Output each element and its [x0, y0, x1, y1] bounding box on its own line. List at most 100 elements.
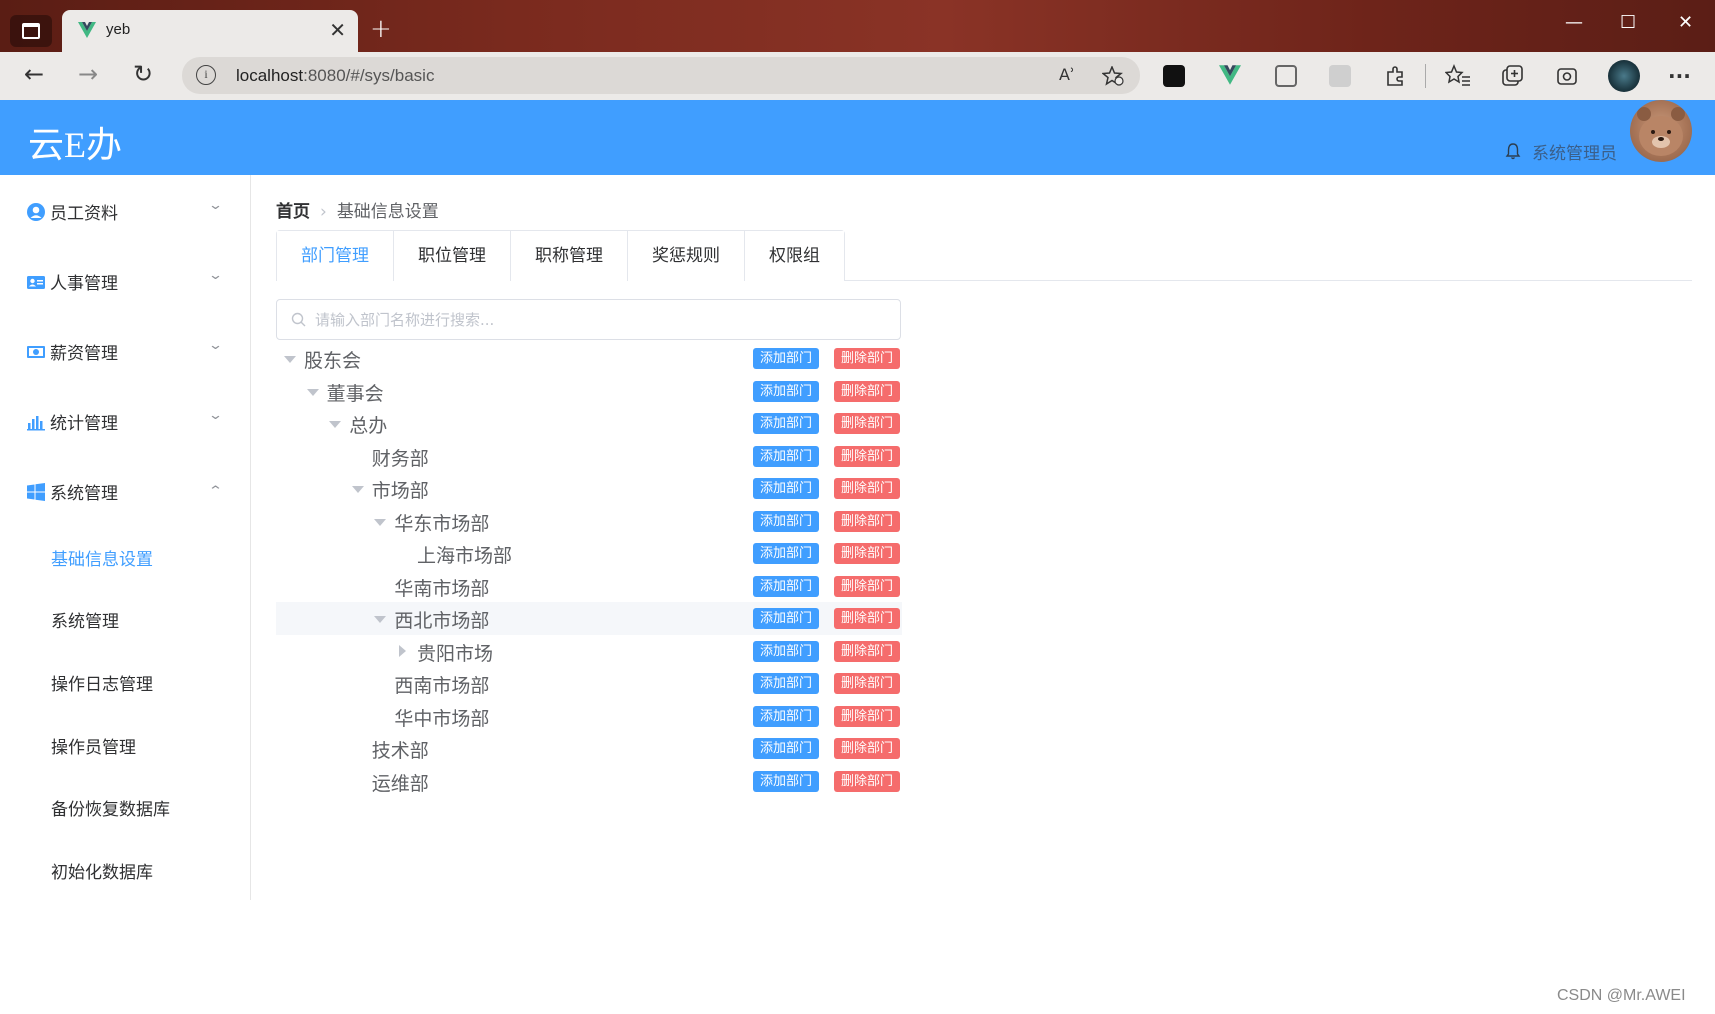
favorite-star-icon[interactable] [1102, 66, 1124, 86]
app-logo: 云E办 [28, 125, 122, 165]
address-bar[interactable]: i localhost:8080/#/sys/basic Aʾ [182, 57, 1140, 94]
tab-job-title[interactable]: 职称管理 [510, 231, 627, 281]
add-department-button[interactable]: 添加部门 [753, 673, 819, 694]
tab-reward-rules[interactable]: 奖惩规则 [627, 231, 744, 281]
delete-department-button[interactable]: 删除部门 [834, 575, 900, 597]
close-window-button[interactable]: ✕ [1678, 12, 1693, 33]
tree-node[interactable]: 总办 添加部门 删除部门 [276, 407, 902, 440]
username-dropdown[interactable]: 系统管理员 [1532, 139, 1617, 164]
back-button[interactable]: ← [24, 60, 44, 88]
add-department-button[interactable]: 添加部门 [753, 380, 819, 402]
add-department-button[interactable]: 添加部门 [753, 705, 819, 727]
read-aloud-icon[interactable]: Aʾ [1059, 65, 1075, 84]
delete-department-button[interactable]: 删除部门 [834, 705, 900, 727]
caret-down-icon[interactable] [374, 518, 387, 526]
vue-devtools-icon[interactable] [1219, 65, 1241, 85]
tab-department[interactable]: 部门管理 [277, 231, 393, 282]
extension-copy-icon[interactable] [1275, 65, 1297, 87]
tab-permission-group[interactable]: 权限组 [744, 231, 844, 281]
caret-down-icon[interactable] [351, 486, 364, 493]
tab-title: yeb [106, 21, 131, 38]
tree-node[interactable]: 市场部 添加部门 删除部门 [276, 472, 902, 505]
sidebar-item-operator-management[interactable]: 操作员管理 [0, 719, 250, 769]
delete-department-button[interactable]: 删除部门 [834, 608, 900, 629]
add-department-button[interactable]: 添加部门 [753, 348, 819, 369]
browser-tab[interactable]: yeb ✕ [62, 10, 358, 52]
tree-node[interactable]: 西南市场部 添加部门 删除部门 [276, 667, 902, 700]
tree-node[interactable]: 运维部 添加部门 删除部门 [276, 765, 902, 798]
maximize-button[interactable]: ☐ [1620, 12, 1636, 33]
tab-close-icon[interactable]: ✕ [329, 18, 346, 42]
tree-node[interactable]: 华东市场部 添加部门 删除部门 [276, 505, 902, 538]
add-department-button[interactable]: 添加部门 [753, 770, 819, 792]
sidebar-item-basic-info[interactable]: 基础信息设置 [0, 531, 250, 581]
tree-node[interactable]: 技术部 添加部门 删除部门 [276, 732, 902, 765]
profile-avatar[interactable] [1608, 60, 1640, 92]
extension-ghost-icon[interactable] [1163, 65, 1185, 87]
collections-icon[interactable] [1500, 64, 1524, 88]
sidebar-item-operation-log[interactable]: 操作日志管理 [0, 656, 250, 706]
tree-node[interactable]: 财务部 添加部门 删除部门 [276, 440, 902, 473]
add-department-button[interactable]: 添加部门 [753, 543, 819, 564]
sidebar-menu-personnel[interactable]: 人事管理 ⌄ [0, 254, 250, 310]
refresh-button[interactable]: ↻ [133, 60, 153, 88]
screenshot-icon[interactable] [1555, 64, 1579, 88]
sidebar-menu-label: 员工资料 [50, 204, 118, 224]
url-text[interactable]: localhost:8080/#/sys/basic [236, 66, 434, 86]
delete-department-button[interactable]: 删除部门 [834, 478, 900, 499]
tree-node[interactable]: 西北市场部 添加部门 删除部门 [276, 602, 902, 635]
add-department-button[interactable]: 添加部门 [753, 640, 819, 662]
delete-department-button[interactable]: 删除部门 [834, 348, 900, 369]
add-department-button[interactable]: 添加部门 [753, 738, 819, 759]
sidebar-menu-employee[interactable]: 员工资料 ⌄ [0, 184, 250, 240]
sidebar-menu-salary[interactable]: 薪资管理 ⌄ [0, 324, 250, 380]
tree-node[interactable]: 上海市场部 添加部门 删除部门 [276, 537, 902, 570]
sidebar-item-backup-restore[interactable]: 备份恢复数据库 [0, 781, 250, 831]
add-department-button[interactable]: 添加部门 [753, 478, 819, 499]
tree-node[interactable]: 华南市场部 添加部门 删除部门 [276, 570, 902, 603]
bell-icon[interactable] [1505, 142, 1521, 160]
add-department-button[interactable]: 添加部门 [753, 445, 819, 467]
add-department-button[interactable]: 添加部门 [753, 608, 819, 629]
site-info-icon[interactable]: i [196, 65, 216, 85]
search-input[interactable] [315, 309, 885, 331]
add-department-button[interactable]: 添加部门 [753, 575, 819, 597]
tree-node[interactable]: 股东会 添加部门 删除部门 [276, 342, 902, 375]
extensions-puzzle-icon[interactable] [1384, 64, 1408, 88]
minimize-button[interactable]: — [1565, 12, 1583, 33]
favorites-icon[interactable] [1445, 64, 1471, 88]
delete-department-button[interactable]: 删除部门 [834, 413, 900, 434]
department-tree: 股东会 添加部门 删除部门 董事会 添加部门 删除部门 总办 添加部门 删除部门 财务部 添加部门删… [276, 342, 902, 797]
sidebar-menu-system[interactable]: 系统管理 ⌃ [0, 464, 250, 520]
caret-down-icon[interactable] [374, 616, 387, 623]
delete-department-button[interactable]: 删除部门 [834, 770, 900, 792]
caret-down-icon[interactable] [284, 356, 296, 363]
delete-department-button[interactable]: 删除部门 [834, 640, 900, 662]
caret-down-icon[interactable] [329, 421, 342, 428]
delete-department-button[interactable]: 删除部门 [834, 380, 900, 402]
sidebar-item-system-management[interactable]: 系统管理 [0, 593, 250, 643]
tab-position[interactable]: 职位管理 [393, 231, 510, 281]
windows-icon [27, 483, 45, 501]
tree-node[interactable]: 董事会 添加部门 删除部门 [276, 375, 902, 408]
delete-department-button[interactable]: 删除部门 [834, 543, 900, 564]
user-avatar[interactable] [1630, 100, 1692, 162]
delete-department-button[interactable]: 删除部门 [834, 738, 900, 759]
tree-node[interactable]: 华中市场部 添加部门 删除部门 [276, 700, 902, 733]
extension-folder-icon[interactable] [1329, 65, 1351, 87]
delete-department-button[interactable]: 删除部门 [834, 673, 900, 694]
tree-node[interactable]: 贵阳市场 添加部门 删除部门 [276, 635, 902, 668]
new-tab-button[interactable]: + [370, 14, 392, 44]
caret-down-icon[interactable] [306, 388, 319, 396]
window-menu-button[interactable] [10, 15, 52, 47]
caret-right-icon[interactable] [399, 644, 406, 657]
breadcrumb-home[interactable]: 首页 [276, 202, 310, 222]
delete-department-button[interactable]: 删除部门 [834, 445, 900, 467]
add-department-button[interactable]: 添加部门 [753, 510, 819, 532]
sidebar-item-init-database[interactable]: 初始化数据库 [0, 844, 250, 894]
delete-department-button[interactable]: 删除部门 [834, 510, 900, 532]
forward-button[interactable]: → [78, 60, 98, 88]
sidebar-menu-statistics[interactable]: 统计管理 ⌄ [0, 394, 250, 450]
more-menu-icon[interactable]: ··· [1668, 64, 1691, 88]
add-department-button[interactable]: 添加部门 [753, 413, 819, 434]
